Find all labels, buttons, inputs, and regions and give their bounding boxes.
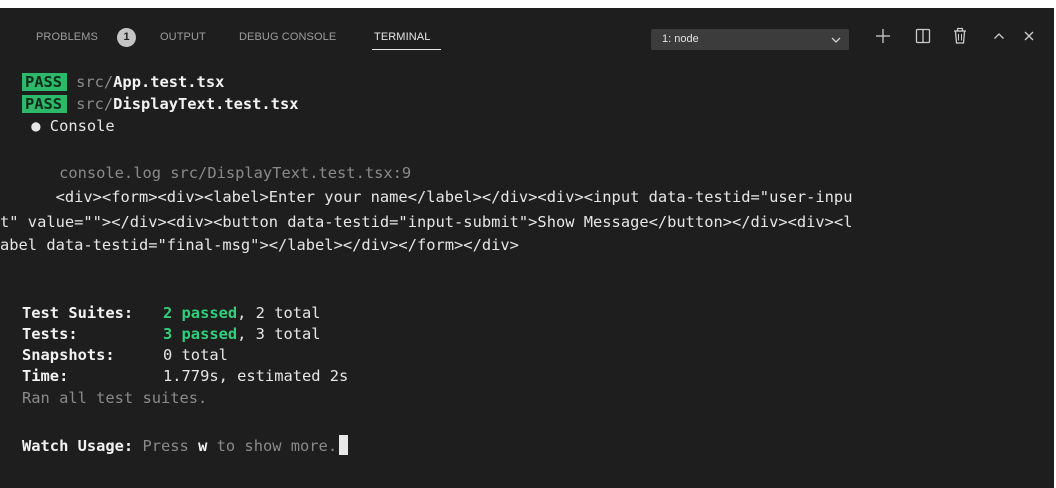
summary-test-suites: Test Suites: 2 passed, 2 total	[22, 304, 321, 322]
tab-terminal[interactable]: TERMINAL	[374, 31, 430, 43]
split-terminal-button[interactable]	[912, 25, 934, 47]
tab-debug-console[interactable]: DEBUG CONSOLE	[239, 31, 336, 43]
close-icon	[1024, 31, 1034, 41]
new-terminal-button[interactable]	[872, 25, 894, 47]
pass-badge: PASS	[22, 95, 68, 113]
chevron-up-icon	[994, 33, 1004, 39]
terminal-panel: PROBLEMS 1 OUTPUT DEBUG CONSOLE TERMINAL…	[0, 8, 1054, 488]
chevron-down-icon	[831, 37, 841, 43]
log-output-line: t" value=""></div><div><button data-test…	[0, 213, 853, 231]
trash-icon	[954, 27, 966, 44]
log-output-line: abel data-testid="final-msg"></label></d…	[0, 236, 519, 254]
terminal-output[interactable]: PASS src/App.test.tsx PASS src/DisplayText…	[0, 48, 1054, 488]
ran-all-suites: Ran all test suites.	[22, 389, 208, 407]
terminal-select-value: 1: node	[662, 33, 699, 45]
console-header: ● Console	[22, 117, 115, 135]
log-output-line: <div><form><div><label>Enter your name</…	[0, 188, 853, 206]
summary-time: Time: 1.779s, estimated 2s	[22, 367, 349, 385]
tab-output[interactable]: OUTPUT	[160, 31, 206, 43]
console-log-source: console.log src/DisplayText.test.tsx:9	[22, 164, 412, 182]
terminal-select-dropdown[interactable]: 1: node	[651, 29, 849, 50]
tab-problems[interactable]: PROBLEMS	[36, 31, 98, 43]
plus-icon	[876, 29, 890, 43]
problems-count-badge: 1	[117, 28, 136, 47]
close-panel-button[interactable]	[1018, 25, 1040, 47]
panel-tab-bar: PROBLEMS 1 OUTPUT DEBUG CONSOLE TERMINAL…	[0, 8, 1054, 50]
pass-badge: PASS	[22, 73, 68, 91]
summary-snapshots: Snapshots: 0 total	[22, 346, 228, 364]
watch-usage-line: Watch Usage: Press w to show more.	[22, 435, 349, 456]
test-result-line: PASS src/App.test.tsx	[22, 72, 224, 93]
terminal-cursor	[339, 435, 349, 455]
test-result-line: PASS src/DisplayText.test.tsx	[22, 94, 298, 115]
maximize-panel-button[interactable]	[988, 25, 1010, 47]
kill-terminal-button[interactable]	[949, 25, 971, 47]
split-icon	[915, 28, 931, 44]
summary-tests: Tests: 3 passed, 3 total	[22, 325, 321, 343]
